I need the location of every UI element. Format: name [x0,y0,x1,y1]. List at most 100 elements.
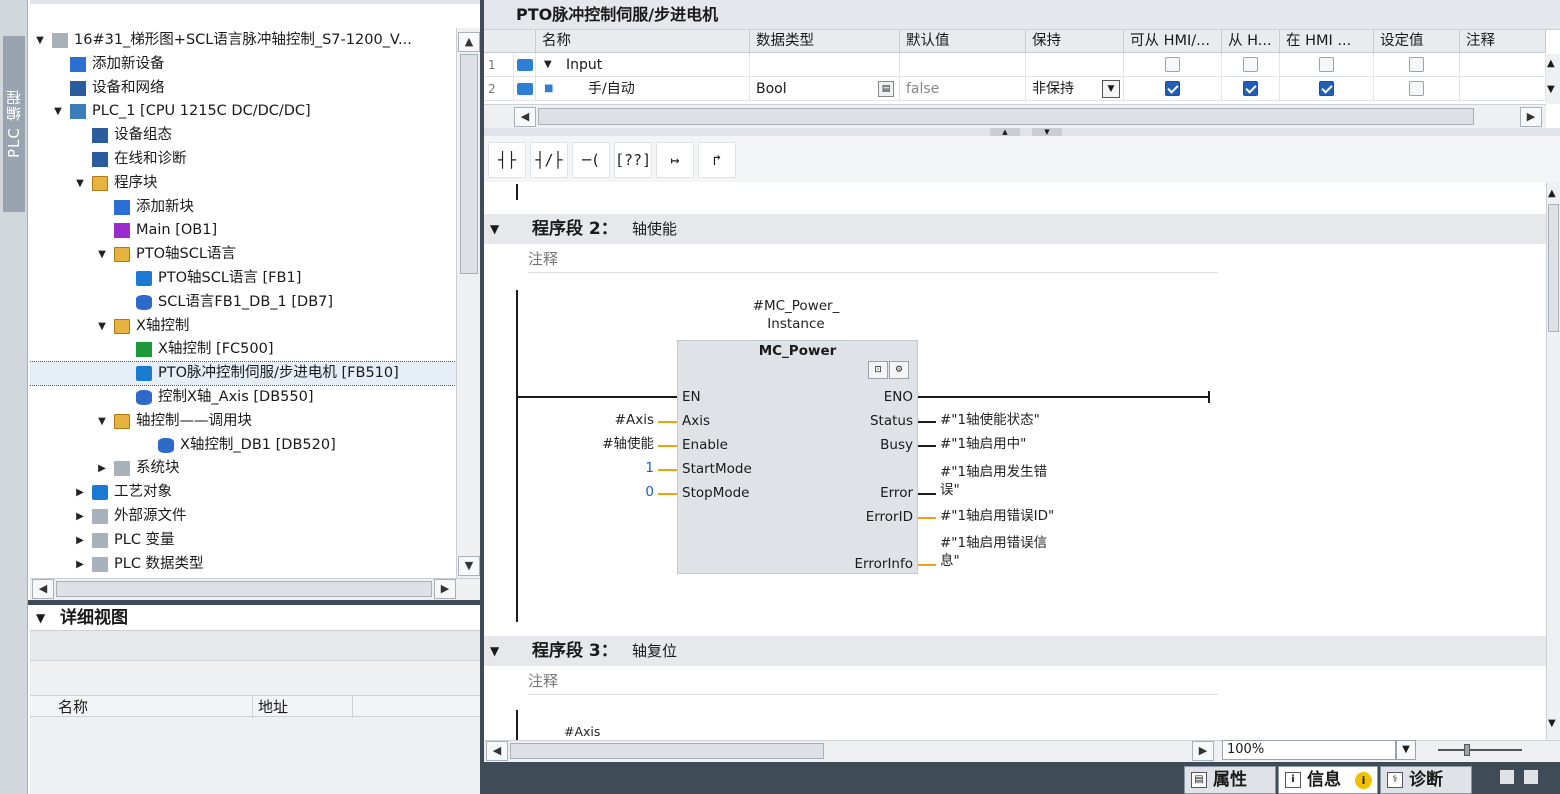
retain-dropdown-icon[interactable]: ▼ [1102,80,1120,98]
detail-view-header[interactable]: ▼ 详细视图 [30,605,480,631]
param-comment[interactable] [1460,77,1546,101]
column-address[interactable]: 地址 [258,696,288,718]
column-header[interactable]: 设定值 [1374,30,1460,53]
scroll-left-icon[interactable]: ◀ [32,579,54,599]
scroll-down-icon[interactable]: ▼ [1548,718,1556,729]
splitter-down-icon[interactable]: ▼ [1032,128,1062,136]
tree-toggle-icon[interactable]: ▶ [74,529,86,552]
param-busy[interactable]: #"1轴启用中" [940,436,1026,452]
checkbox-cell[interactable] [1222,53,1280,77]
param-stopmode[interactable]: 0 [484,484,654,500]
row-number[interactable]: 2 [484,77,514,101]
scroll-down-icon[interactable]: ▼ [458,556,480,576]
param-default[interactable]: ▤ false [878,77,1026,101]
tree-item[interactable]: SCL语言FB1_DB_1 [DB7] [30,291,456,314]
column-header[interactable]: 保持 [1026,30,1124,53]
fb-instance-label-2[interactable]: Instance [734,316,858,332]
tree-item[interactable]: 添加新设备 [30,53,456,76]
checkbox-hmi3[interactable] [1319,57,1334,72]
zoom-slider[interactable] [1438,749,1522,751]
column-header[interactable]: 在 HMI ... [1280,30,1374,53]
checkbox-hmi1[interactable] [1165,57,1180,72]
checkbox-cell[interactable] [1280,77,1374,101]
tree-item[interactable]: Main [OB1] [30,219,456,242]
param-error-line1[interactable]: #"1轴启用发生错 [940,464,1047,480]
param-axis[interactable]: #Axis [484,412,654,428]
network-2-name[interactable]: 轴使能 [632,214,677,244]
param-type[interactable] [750,53,900,77]
checkbox-cell[interactable] [1124,77,1222,101]
tab-properties[interactable]: ▤ 属性 [1184,766,1276,794]
no-contact-icon[interactable]: ┤├ [488,142,526,178]
plc-programming-tab[interactable]: PLC 编程 [3,36,25,212]
scroll-right-icon[interactable]: ▶ [434,579,456,599]
restore-icon[interactable] [1500,770,1514,784]
close-branch-icon[interactable]: ↱ [698,142,736,178]
interface-vertical-scrollbar[interactable]: ▲ ▼ [1546,54,1560,104]
column-name[interactable]: 名称 [58,696,88,718]
coil-icon[interactable]: ─( )─ [572,142,610,203]
scroll-thumb[interactable] [1548,204,1559,332]
tree-toggle-icon[interactable]: ▶ [96,457,108,480]
param-errorinfo-line2[interactable]: 息" [940,553,960,569]
tree-item[interactable]: PTO脉冲控制伺服/步进电机 [FB510] [30,361,456,387]
checkbox-cell[interactable] [1374,53,1460,77]
scroll-up-icon[interactable]: ▲ [458,32,480,52]
param-status[interactable]: #"1轴使能状态" [940,412,1040,428]
tab-info[interactable]: i 信息 i [1278,766,1378,794]
block-interface-table[interactable]: 名称 数据类型 默认值 保持 可从 HMI/... 从 H... 在 HMI ... 设定值注… [484,30,1546,104]
tree-item[interactable]: ▼ PLC_1 [CPU 1215C DC/DC/DC] [30,100,456,123]
tree-toggle-icon[interactable]: ▶ [74,553,86,576]
scroll-up-icon[interactable]: ▲ [1548,188,1556,199]
scroll-thumb[interactable] [538,108,1474,125]
param-retain[interactable]: 非保持 ▼ [1026,77,1124,101]
checkbox-cell[interactable] [1280,53,1374,77]
network-vertical-scrollbar[interactable]: ▲ ▼ [1546,182,1560,740]
scroll-thumb[interactable] [460,54,478,274]
column-header[interactable]: 从 H... [1222,30,1280,53]
param-retain[interactable] [1026,53,1124,77]
seg3-param[interactable]: #Axis [564,724,600,740]
checkbox-hmi2[interactable] [1243,57,1258,72]
column-header[interactable]: 数据类型 [750,30,900,53]
network-2-header[interactable]: ▼ 程序段 2： 轴使能 [484,214,1546,244]
tree-item[interactable]: 设备和网络 [30,77,456,100]
tree-item[interactable]: ▶ 系统块 [30,457,456,480]
column-header[interactable]: 名称 [536,30,750,53]
tree-toggle-icon[interactable]: ▼ [34,29,46,52]
default-value-picker-icon[interactable]: ▤ [878,81,894,97]
tree-item[interactable]: 添加新块 [30,196,456,219]
network-3-comment[interactable]: 注释 [528,668,1218,695]
tree-item[interactable]: ▶ PLC 数据类型 [30,553,456,576]
scroll-down-icon[interactable]: ▼ [1547,84,1555,95]
fb-diag-icon[interactable]: ⚙ [889,361,909,379]
param-errorinfo-line1[interactable]: #"1轴启用错误信 [940,535,1047,551]
tree-item[interactable]: ▶ 工艺对象 [30,481,456,504]
zoom-input[interactable]: 100% [1222,740,1396,760]
param-error-line2[interactable]: 误" [940,482,960,498]
tree-item[interactable]: ▶ 外部源文件 [30,505,456,528]
tree-item[interactable]: ▼ PTO轴SCL语言 [30,243,456,266]
network-horizontal-scrollbar[interactable]: ◀ ▶ [484,740,1218,762]
param-comment[interactable] [1460,53,1546,77]
tree-toggle-icon[interactable]: ▼ [74,172,86,195]
zoom-dropdown-icon[interactable]: ▼ [1396,740,1416,760]
mc-power-block[interactable]: MC_Power ⊡ ⚙ EN Axis Enable StartMode St… [677,340,918,574]
collapse-icon[interactable]: ▼ [490,214,499,244]
network-3-header[interactable]: ▼ 程序段 3： 轴复位 [484,636,1546,666]
scroll-left-icon[interactable]: ◀ [514,107,536,127]
checkbox-hmi2[interactable] [1243,81,1258,96]
column-header[interactable]: 可从 HMI/... [1124,30,1222,53]
nc-contact-icon[interactable]: ┤/├ [530,142,568,178]
tree-item[interactable]: ▼ 16#31_梯形图+SCL语言脉冲轴控制_S7-1200_V... [30,29,456,52]
project-tree[interactable]: ▼ 16#31_梯形图+SCL语言脉冲轴控制_S7-1200_V... 添加新设备设… [30,28,456,578]
column-header[interactable]: 默认值 [900,30,1026,53]
tree-item[interactable]: ▶ PLC 变量 [30,529,456,552]
param-startmode[interactable]: 1 [484,460,654,476]
network-2-comment[interactable]: 注释 [528,246,1218,273]
tree-toggle-icon[interactable]: ▼ [96,243,108,266]
expand-icon[interactable]: ▼ [544,53,552,76]
interface-horizontal-scrollbar[interactable]: ◀ ▶ [484,104,1546,128]
tree-toggle-icon[interactable]: ▼ [96,315,108,338]
tree-item[interactable]: PTO轴SCL语言 [FB1] [30,267,456,290]
